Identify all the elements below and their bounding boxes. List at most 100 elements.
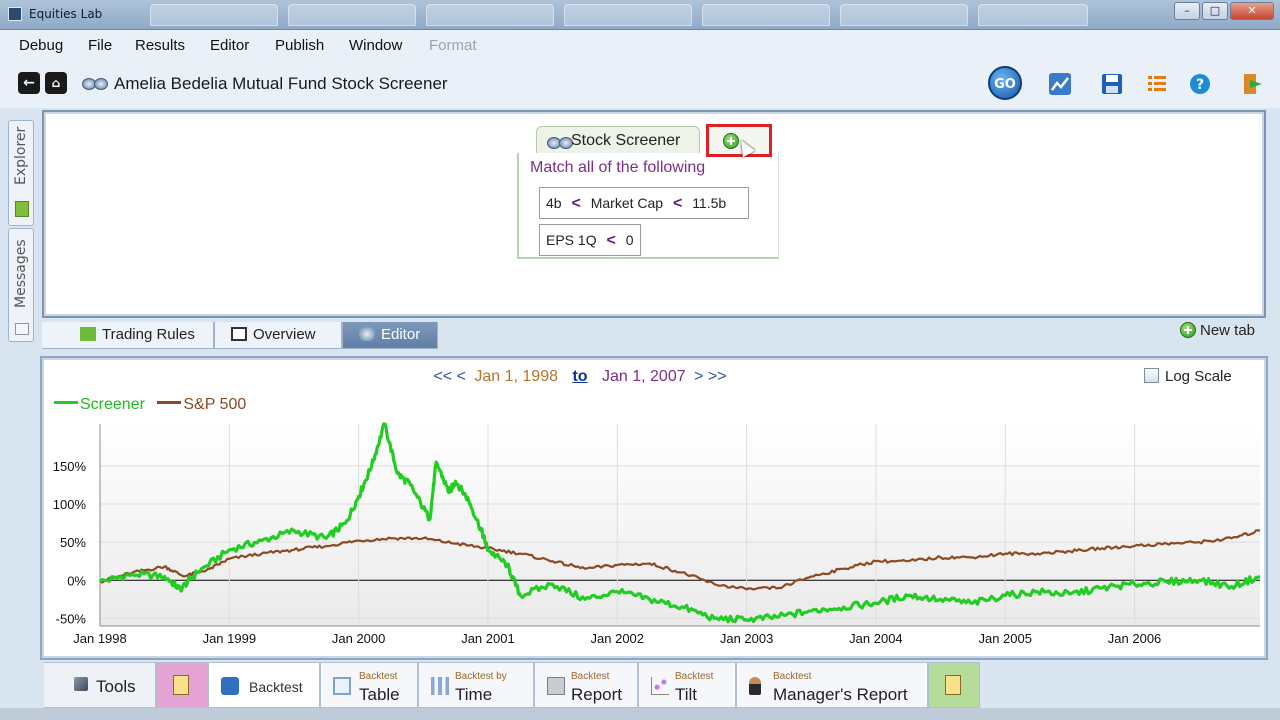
background-browser-tab <box>840 4 968 26</box>
legend-swatch <box>157 401 182 404</box>
tab-label: Editor <box>381 326 421 343</box>
rule-low-value[interactable]: 4b <box>546 195 562 211</box>
x-tick-label: Jan 1998 <box>73 631 127 646</box>
tab-label: Tools <box>96 677 136 696</box>
rule-field[interactable]: Market Cap <box>591 195 663 211</box>
green-notebook-tab[interactable] <box>928 662 980 708</box>
messages-side-tab[interactable]: Messages <box>8 228 34 342</box>
manager-icon <box>749 677 761 695</box>
tab-label: Backtest <box>249 679 303 695</box>
menu-editor[interactable]: Editor <box>210 37 249 54</box>
less-than-operator[interactable]: < <box>606 232 615 249</box>
tab-sublabel: Backtest <box>773 671 812 682</box>
binoculars-icon <box>82 76 110 90</box>
backtest-tab[interactable]: Backtest <box>208 662 320 708</box>
explorer-side-tab[interactable]: Explorer <box>8 120 34 226</box>
back-arrow-icon[interactable]: ← <box>18 72 40 94</box>
pink-notebook-tab[interactable] <box>156 662 208 708</box>
binoculars-icon <box>547 135 573 149</box>
log-scale-checkbox[interactable] <box>1144 368 1159 383</box>
page-title: Amelia Bedelia Mutual Fund Stock Screene… <box>114 74 448 93</box>
tab-sublabel: Backtest <box>359 671 398 682</box>
menu-bar: Debug File Results Editor Publish Window… <box>0 30 1280 60</box>
editor-view-tabs: Trading Rules Overview Editor <box>42 320 1266 349</box>
minimize-button[interactable]: – <box>1174 2 1200 20</box>
x-tick-label: Jan 2003 <box>720 631 774 646</box>
rule-field[interactable]: EPS 1Q <box>546 232 597 248</box>
performance-chart[interactable]: 150% 100% 50% 0% -50% Jan 1998 Jan 1999 Jan 200… <box>44 420 1264 648</box>
backtest-table-tab[interactable]: Backtest Table <box>320 662 418 708</box>
y-tick-label: 100% <box>53 497 87 512</box>
less-than-operator[interactable]: < <box>673 195 682 212</box>
x-tick-label: Jan 2005 <box>978 631 1032 646</box>
home-icon[interactable]: ⌂ <box>45 72 67 94</box>
legend-label: Screener <box>80 396 145 413</box>
close-button[interactable]: ✕ <box>1230 2 1274 20</box>
x-tick-label: Jan 2004 <box>849 631 903 646</box>
eps-rule[interactable]: EPS 1Q < 0 <box>539 224 641 256</box>
rule-high-value[interactable]: 11.5b <box>692 195 726 211</box>
tab-label: Report <box>571 685 623 704</box>
menu-window[interactable]: Window <box>349 37 402 54</box>
market-cap-rule[interactable]: 4b < Market Cap < 11.5b <box>539 187 749 219</box>
rule-value[interactable]: 0 <box>626 232 634 248</box>
tab-label: Tilt <box>675 685 698 704</box>
menu-results[interactable]: Results <box>135 37 185 54</box>
match-condition-label[interactable]: Match all of the following <box>530 159 705 177</box>
menu-format[interactable]: Format <box>429 37 477 54</box>
background-browser-tab <box>564 4 692 26</box>
tools-tab[interactable]: Tools <box>44 662 156 708</box>
log-scale-label: Log Scale <box>1165 368 1232 385</box>
tab-label: Overview <box>253 326 316 343</box>
menu-debug[interactable]: Debug <box>19 37 63 54</box>
backtest-by-time-tab[interactable]: Backtest by Time <box>418 662 534 708</box>
backtest-tilt-tab[interactable]: Backtest Tilt <box>638 662 736 708</box>
window-title: Equities Lab <box>29 7 103 21</box>
help-icon[interactable]: ? <box>1188 72 1212 96</box>
notebook-icon <box>173 675 189 695</box>
tab-label: Table <box>359 685 400 704</box>
tab-overview[interactable]: Overview <box>214 322 342 349</box>
tab-label: Trading Rules <box>102 326 195 343</box>
menu-file[interactable]: File <box>88 37 112 54</box>
table-icon <box>333 677 351 695</box>
tab-sublabel: Backtest <box>571 671 610 682</box>
x-tick-label: Jan 1999 <box>203 631 256 646</box>
maximize-button[interactable]: □ <box>1202 2 1228 20</box>
window-titlebar: Equities Lab – □ ✕ <box>0 0 1280 30</box>
save-icon[interactable] <box>1100 72 1124 96</box>
end-date[interactable]: Jan 1, 2007 <box>602 368 686 385</box>
backtest-managers-report-tab[interactable]: Backtest Manager's Report <box>736 662 928 708</box>
tab-sublabel: Backtest <box>675 671 714 682</box>
backtest-report-tab[interactable]: Backtest Report <box>534 662 638 708</box>
date-back-button[interactable]: << < <box>433 368 465 385</box>
tab-editor[interactable]: Editor <box>342 322 438 349</box>
chart-icon[interactable] <box>1048 72 1072 96</box>
background-browser-tab <box>426 4 554 26</box>
y-tick-label: 50% <box>60 535 86 550</box>
date-to-link[interactable]: to <box>572 368 587 385</box>
new-tab-button[interactable]: New tab <box>1180 322 1255 339</box>
exit-icon[interactable] <box>1240 72 1264 96</box>
legend-swatch <box>54 401 78 404</box>
x-tick-label: Jan 2002 <box>591 631 645 646</box>
main-toolbar: ← ⌂ Amelia Bedelia Mutual Fund Stock Scr… <box>0 60 1280 108</box>
start-date[interactable]: Jan 1, 1998 <box>474 368 558 385</box>
tab-trading-rules[interactable]: Trading Rules <box>42 322 214 349</box>
envelope-icon <box>15 323 29 335</box>
plot-area <box>100 424 1260 626</box>
menu-publish[interactable]: Publish <box>275 37 324 54</box>
side-rail: Explorer Messages <box>8 110 34 350</box>
date-range-navigator: << < Jan 1, 1998 to Jan 1, 2007 > >> <box>0 368 1160 386</box>
x-tick-label: Jan 2000 <box>332 631 386 646</box>
log-scale-toggle[interactable]: Log Scale <box>1144 368 1232 385</box>
date-forward-button[interactable]: > >> <box>694 368 726 385</box>
list-icon[interactable] <box>1145 72 1169 96</box>
less-than-operator[interactable]: < <box>571 195 580 212</box>
y-tick-label: 0% <box>67 573 86 588</box>
go-button[interactable]: GO <box>988 66 1022 100</box>
add-icon <box>1180 322 1196 338</box>
chart-legend: Screener S&P 500 <box>54 396 254 414</box>
background-browser-tab <box>150 4 278 26</box>
wrench-icon <box>74 677 88 691</box>
